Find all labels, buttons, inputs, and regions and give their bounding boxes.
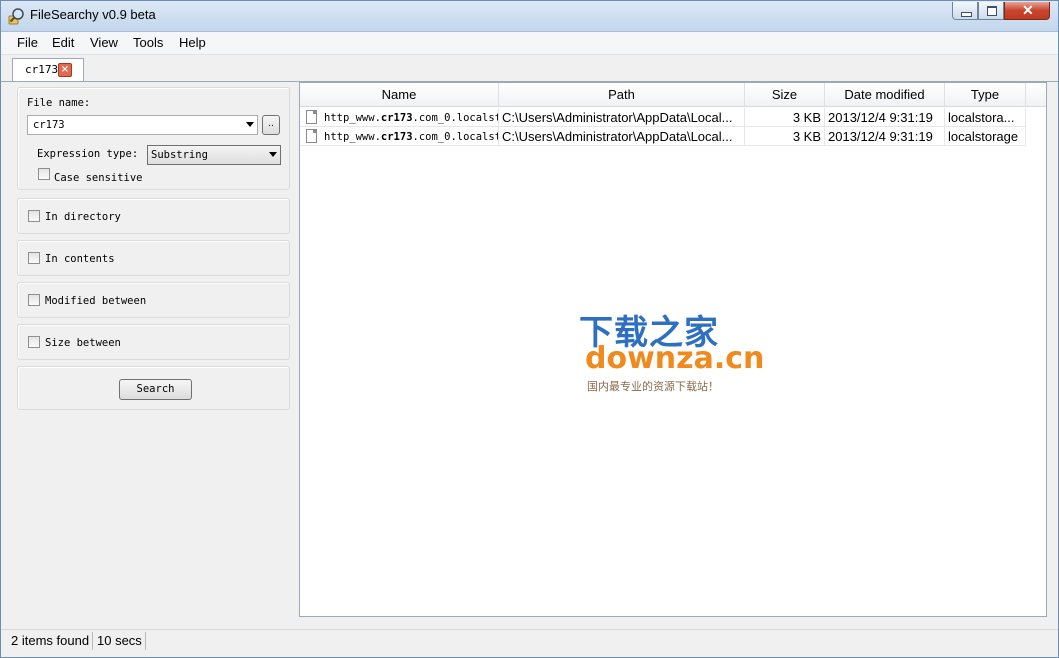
cell-date-modified: 2013/12/4 9:31:19: [825, 127, 945, 146]
in-directory-group: In directory: [17, 198, 290, 234]
in-directory-label: In directory: [45, 211, 121, 223]
expression-type-label: Expression type:: [37, 148, 139, 160]
modified-between-label: Modified between: [45, 295, 147, 307]
table-row[interactable]: http_www.cr173.com_0.localst C:\Users\Ad…: [300, 127, 1026, 146]
window-title: FileSearchy v0.9 beta: [30, 7, 156, 22]
cell-name: http_www.cr173.com_0.localst: [300, 127, 499, 146]
case-sensitive-checkbox[interactable]: [38, 168, 50, 180]
table-row[interactable]: http_www.cr173.com_0.localst C:\Users\Ad…: [300, 108, 1026, 127]
in-contents-checkbox[interactable]: [28, 252, 40, 264]
in-directory-checkbox[interactable]: [28, 210, 40, 222]
expression-type-select[interactable]: Substring: [147, 145, 281, 165]
size-between-checkbox[interactable]: [28, 336, 40, 348]
modified-between-checkbox[interactable]: [28, 294, 40, 306]
tab-label: cr173: [25, 63, 59, 76]
cell-path: C:\Users\Administrator\AppData\Local...: [499, 127, 745, 146]
menu-file[interactable]: File: [17, 35, 38, 50]
close-icon: ✕: [1022, 2, 1034, 18]
in-contents-group: In contents: [17, 240, 290, 276]
file-name-text: http_www.cr173.com_0.localst: [324, 112, 499, 124]
file-name-combobox[interactable]: cr173: [27, 115, 258, 135]
chevron-down-icon: [269, 152, 277, 157]
tab-search-cr173[interactable]: cr173 ×: [12, 58, 84, 81]
size-between-label: Size between: [45, 337, 121, 349]
case-sensitive-label: Case sensitive: [54, 172, 143, 184]
column-header-date-modified[interactable]: Date modified: [825, 83, 945, 107]
minimize-button[interactable]: [952, 2, 978, 20]
watermark-domain: downza.cn: [585, 341, 765, 376]
menu-view[interactable]: View: [90, 35, 118, 50]
chevron-down-icon: [246, 122, 254, 127]
cell-date-modified: 2013/12/4 9:31:19: [825, 108, 945, 127]
close-window-button[interactable]: ✕: [1004, 2, 1050, 20]
expression-type-value: Substring: [151, 149, 208, 161]
maximize-button[interactable]: [978, 2, 1004, 20]
watermark-slogan: 国内最专业的资源下载站！: [587, 380, 719, 393]
cell-size: 3 KB: [745, 108, 825, 127]
size-between-group: Size between: [17, 324, 290, 360]
menu-help[interactable]: Help: [179, 35, 206, 50]
menu-bar: File Edit View Tools Help: [1, 32, 1058, 55]
tab-close-icon[interactable]: ×: [58, 63, 72, 77]
tab-strip: cr173 ×: [1, 55, 1058, 82]
browse-button[interactable]: ..: [262, 115, 280, 135]
status-search-time: 10 secs: [97, 632, 146, 650]
magnifier-icon: [8, 8, 24, 25]
cell-name: http_www.cr173.com_0.localst: [300, 108, 499, 127]
modified-between-group: Modified between: [17, 282, 290, 318]
status-bar: 2 items found 10 secs: [1, 629, 1058, 652]
file-icon: [306, 129, 317, 143]
search-panel: File name: cr173 .. Expression type: Sub…: [11, 82, 297, 617]
file-name-label: File name:: [27, 97, 91, 109]
column-header-size[interactable]: Size: [745, 83, 825, 107]
file-icon: [306, 110, 317, 124]
cell-size: 3 KB: [745, 127, 825, 146]
file-name-group: File name: cr173 .. Expression type: Sub…: [17, 87, 290, 190]
title-bar: FileSearchy v0.9 beta ✕: [1, 1, 1058, 32]
column-header-filler: [1026, 83, 1046, 107]
search-button-group: Search: [17, 366, 290, 410]
cell-path: C:\Users\Administrator\AppData\Local...: [499, 108, 745, 127]
file-name-value: cr173: [33, 119, 65, 131]
in-contents-label: In contents: [45, 253, 115, 265]
menu-edit[interactable]: Edit: [52, 35, 74, 50]
column-header-path[interactable]: Path: [499, 83, 745, 107]
menu-tools[interactable]: Tools: [133, 35, 163, 50]
column-header-name[interactable]: Name: [300, 83, 499, 107]
search-button[interactable]: Search: [119, 379, 192, 400]
app-window: FileSearchy v0.9 beta ✕ File Edit View T…: [0, 0, 1059, 658]
status-items-found: 2 items found: [11, 632, 94, 650]
column-header-type[interactable]: Type: [945, 83, 1026, 107]
file-name-text: http_www.cr173.com_0.localst: [324, 131, 499, 143]
cell-type: localstorage: [945, 127, 1026, 146]
cell-type: localstora...: [945, 108, 1026, 127]
